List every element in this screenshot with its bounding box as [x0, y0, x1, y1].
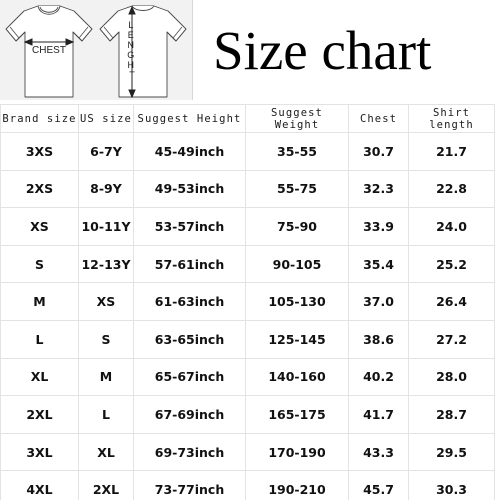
cell-shirt-length: 25.2 — [408, 244, 495, 284]
cell-suggest-height: 45-49inch — [133, 132, 246, 171]
cell-shirt-length: 28.7 — [408, 395, 495, 434]
cell-us-size: M — [78, 357, 134, 397]
header-us-size: US size — [78, 104, 134, 133]
cell-suggest-height: 67-69inch — [133, 395, 246, 434]
table-row: 3XL XL 69-73inch 170-190 43.3 29.5 — [0, 432, 495, 472]
cell-suggest-height: 57-61inch — [133, 244, 246, 284]
header-shirt-length: Shirt length — [408, 104, 495, 133]
table-header-row: Brand size US size Suggest Height Sugges… — [0, 104, 495, 133]
cell-chest: 37.0 — [348, 282, 409, 321]
cell-brand-size: L — [0, 319, 79, 359]
cell-brand-size: S — [0, 244, 79, 284]
header-chest: Chest — [348, 104, 409, 133]
cell-brand-size: 4XL — [0, 470, 79, 500]
cell-shirt-length: 26.4 — [408, 282, 495, 321]
cell-suggest-height: 61-63inch — [133, 282, 246, 321]
size-chart-table: Brand size US size Suggest Height Sugges… — [0, 104, 495, 500]
cell-suggest-weight: 75-90 — [245, 207, 349, 246]
cell-chest: 43.3 — [348, 432, 409, 472]
table-row: L S 63-65inch 125-145 38.6 27.2 — [0, 319, 495, 359]
cell-suggest-height: 69-73inch — [133, 432, 246, 472]
cell-shirt-length: 24.0 — [408, 207, 495, 246]
cell-shirt-length: 27.2 — [408, 319, 495, 359]
table-row: S 12-13Y 57-61inch 90-105 35.4 25.2 — [0, 244, 495, 284]
cell-chest: 30.7 — [348, 132, 409, 171]
cell-us-size: 10-11Y — [78, 207, 134, 246]
cell-chest: 41.7 — [348, 395, 409, 434]
cell-shirt-length: 22.8 — [408, 169, 495, 209]
cell-suggest-weight: 35-55 — [245, 132, 349, 171]
cell-chest: 38.6 — [348, 319, 409, 359]
header-brand-size: Brand size — [0, 104, 79, 133]
table-row: XL M 65-67inch 140-160 40.2 28.0 — [0, 357, 495, 397]
table-row: XS 10-11Y 53-57inch 75-90 33.9 24.0 — [0, 207, 495, 246]
cell-suggest-height: 49-53inch — [133, 169, 246, 209]
cell-brand-size: 3XL — [0, 432, 79, 472]
cell-us-size: 6-7Y — [78, 132, 134, 171]
illustration-panel: CHEST L E N G H T — [0, 0, 193, 100]
cell-us-size: L — [78, 395, 134, 434]
table-row: 4XL 2XL 73-77inch 190-210 45.7 30.3 — [0, 470, 495, 500]
cell-shirt-length: 21.7 — [408, 132, 495, 171]
cell-chest: 40.2 — [348, 357, 409, 397]
page-title: Size chart — [213, 20, 432, 81]
cell-suggest-weight: 125-145 — [245, 319, 349, 359]
cell-us-size: 8-9Y — [78, 169, 134, 209]
cell-shirt-length: 30.3 — [408, 470, 495, 500]
cell-suggest-weight: 165-175 — [245, 395, 349, 434]
cell-suggest-height: 53-57inch — [133, 207, 246, 246]
front-view-tshirt: CHEST — [2, 0, 96, 105]
front-tshirt-graphic: CHEST — [5, 5, 93, 98]
cell-suggest-height: 65-67inch — [133, 357, 246, 397]
back-view-tshirt: L E N G H T — [96, 0, 190, 105]
cell-suggest-weight: 55-75 — [245, 169, 349, 209]
cell-shirt-length: 29.5 — [408, 432, 495, 472]
cell-brand-size: XL — [0, 357, 79, 397]
cell-us-size: S — [78, 319, 134, 359]
table-row: 3XS 6-7Y 45-49inch 35-55 30.7 21.7 — [0, 132, 495, 171]
cell-us-size: XS — [78, 282, 134, 321]
cell-us-size: 2XL — [78, 470, 134, 500]
cell-suggest-weight: 190-210 — [245, 470, 349, 500]
cell-suggest-height: 73-77inch — [133, 470, 246, 500]
table-row: 2XS 8-9Y 49-53inch 55-75 32.3 22.8 — [0, 169, 495, 209]
back-tshirt-graphic: L E N G H T — [99, 5, 187, 99]
cell-suggest-height: 63-65inch — [133, 319, 246, 359]
cell-brand-size: M — [0, 282, 79, 321]
cell-chest: 32.3 — [348, 169, 409, 209]
cell-suggest-weight: 105-130 — [245, 282, 349, 321]
size-chart-page: CHEST L E N G H T Size chart Brand size … — [0, 0, 500, 500]
cell-brand-size: XS — [0, 207, 79, 246]
cell-brand-size: 2XL — [0, 395, 79, 434]
header-suggest-weight: Suggest Weight — [245, 104, 349, 133]
cell-brand-size: 2XS — [0, 169, 79, 209]
table-row: M XS 61-63inch 105-130 37.0 26.4 — [0, 282, 495, 321]
header-suggest-height: Suggest Height — [133, 104, 246, 133]
chest-measure-label: CHEST — [32, 45, 66, 56]
cell-us-size: 12-13Y — [78, 244, 134, 284]
table-row: 2XL L 67-69inch 165-175 41.7 28.7 — [0, 395, 495, 434]
cell-us-size: XL — [78, 432, 134, 472]
cell-suggest-weight: 170-190 — [245, 432, 349, 472]
cell-suggest-weight: 140-160 — [245, 357, 349, 397]
cell-chest: 45.7 — [348, 470, 409, 500]
cell-brand-size: 3XS — [0, 132, 79, 171]
cell-chest: 35.4 — [348, 244, 409, 284]
cell-chest: 33.9 — [348, 207, 409, 246]
cell-suggest-weight: 90-105 — [245, 244, 349, 284]
cell-shirt-length: 28.0 — [408, 357, 495, 397]
